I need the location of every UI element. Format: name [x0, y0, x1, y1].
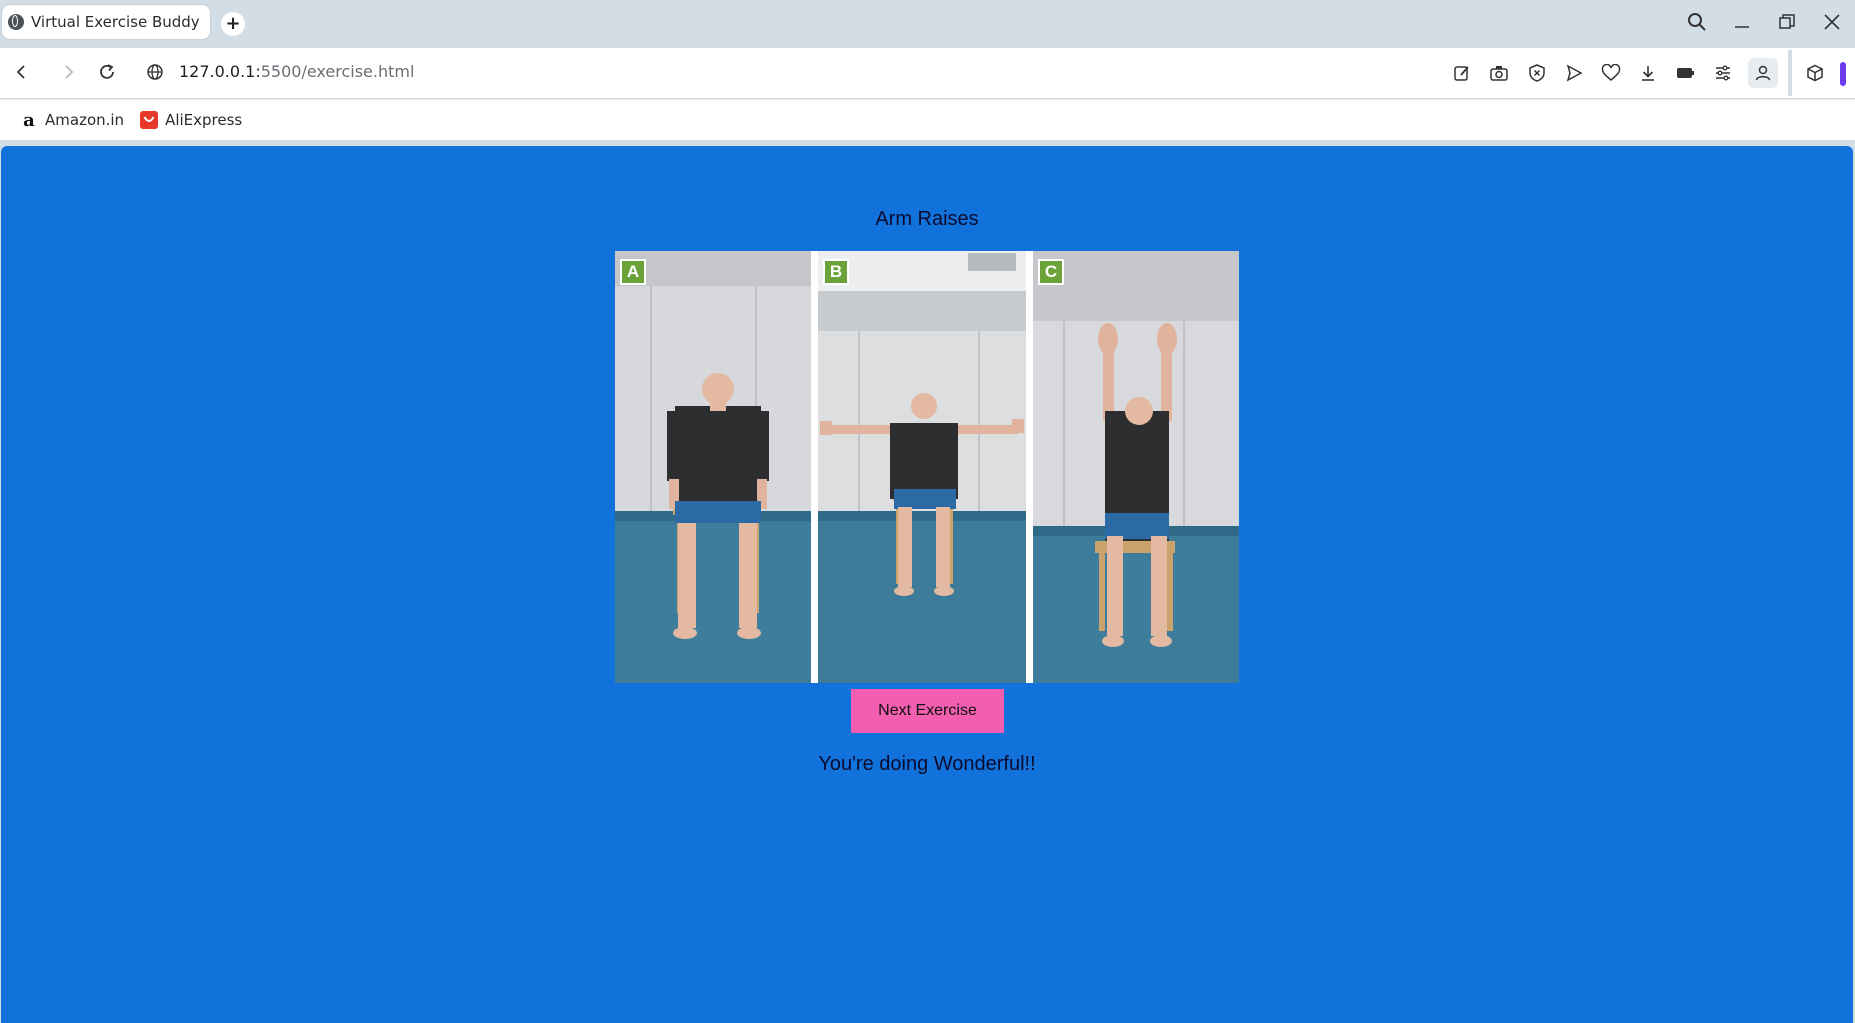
back-icon[interactable] — [8, 58, 36, 86]
bookmark-amazon[interactable]: a Amazon.in — [20, 109, 125, 131]
bookmark-aliexpress[interactable]: AliExpress — [140, 111, 242, 129]
minimize-icon[interactable] — [1728, 8, 1756, 36]
exercise-image: A B C — [615, 251, 1239, 683]
shield-icon[interactable] — [1524, 60, 1550, 86]
restore-icon[interactable] — [1773, 8, 1801, 36]
globe-icon — [8, 14, 24, 30]
heart-icon[interactable] — [1598, 60, 1624, 86]
exercise-panel-c: C — [1033, 251, 1239, 683]
site-info-icon[interactable] — [141, 58, 169, 86]
exercise-panel-a: A — [615, 251, 811, 683]
send-icon[interactable] — [1561, 60, 1587, 86]
exercise-title: Arm Raises — [875, 208, 979, 230]
battery-icon[interactable] — [1672, 60, 1698, 86]
url-host: 127.0.0.1: — [179, 62, 261, 81]
profile-icon[interactable] — [1748, 58, 1778, 88]
tab-active[interactable]: Virtual Exercise Buddy — [2, 5, 210, 39]
edit-icon[interactable] — [1449, 60, 1475, 86]
extensions-icon[interactable] — [1802, 60, 1828, 86]
tab-strip: Virtual Exercise Buddy + — [0, 0, 1855, 46]
close-icon[interactable] — [1818, 8, 1846, 36]
new-tab-button[interactable]: + — [221, 12, 245, 36]
settings-sliders-icon[interactable] — [1710, 60, 1736, 86]
bookmark-label: Amazon.in — [45, 111, 125, 129]
tab-title: Virtual Exercise Buddy — [31, 13, 200, 31]
forward-icon[interactable] — [54, 58, 82, 86]
search-tabs-icon[interactable] — [1683, 8, 1711, 36]
next-exercise-button[interactable]: Next Exercise — [851, 689, 1004, 733]
amazon-icon: a — [23, 109, 35, 131]
download-icon[interactable] — [1635, 60, 1661, 86]
bookmarks-bar: a Amazon.in AliExpress — [0, 99, 1855, 140]
reload-icon[interactable] — [93, 58, 121, 86]
url-path: 5500/exercise.html — [260, 62, 415, 81]
address-bar[interactable]: 127.0.0.1:5500/exercise.html — [179, 62, 414, 81]
page-viewport: Arm Raises A B C Next Exercise You're do… — [1, 146, 1853, 1023]
panel-label: A — [620, 259, 646, 285]
address-toolbar: 127.0.0.1:5500/exercise.html — [0, 48, 1855, 98]
panel-label: B — [823, 259, 849, 285]
panel-label: C — [1038, 259, 1064, 285]
bookmark-label: AliExpress — [165, 111, 243, 129]
exercise-panel-b: B — [818, 251, 1026, 683]
aliexpress-icon — [140, 111, 159, 129]
encouragement-text: You're doing Wonderful!! — [818, 753, 1036, 775]
camera-icon[interactable] — [1486, 60, 1512, 86]
sidebar-accent-handle[interactable] — [1840, 62, 1846, 86]
